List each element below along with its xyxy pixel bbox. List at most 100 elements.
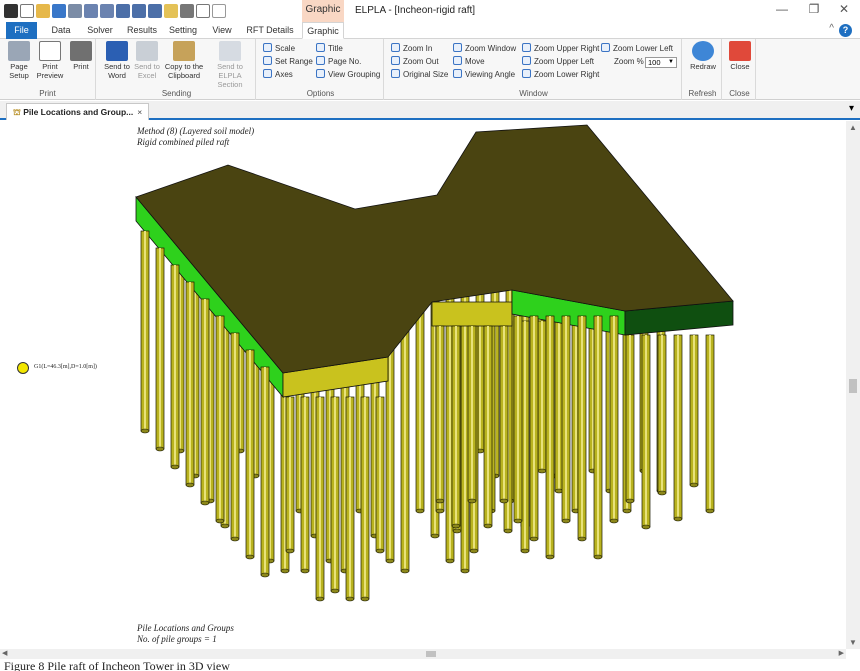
close-tab-icon[interactable]: × [137,107,142,117]
view-grouping-icon [316,69,325,78]
export-graphic-icon[interactable] [164,4,178,18]
tab-view[interactable]: View [208,22,236,39]
zoom-upper-right-button[interactable]: Zoom Upper Right [522,43,599,55]
send-to-word-button[interactable]: Send to Word [102,41,132,80]
page-no-button[interactable]: Page No. [316,56,361,68]
settings-icon[interactable] [116,4,130,18]
options-group: Scale Set Range Axes Title Page No. View… [258,39,384,100]
save-as-icon[interactable] [132,4,146,18]
set-range-label: Set Range [275,57,313,66]
undo-icon[interactable] [196,4,210,18]
original-size-icon [391,69,400,78]
zoom-in-label: Zoom In [403,44,433,53]
footer-line-1: Pile Locations and Groups [137,623,234,633]
scroll-right-icon[interactable]: ▶ [839,649,844,657]
scroll-left-icon[interactable]: ◀ [2,649,7,657]
raft-mid-yellow-face [431,301,513,327]
title-button[interactable]: Title [316,43,343,55]
copy-to-clipboard-button[interactable]: Copy to the Clipboard [162,41,206,80]
viewing-angle-button[interactable]: Viewing Angle [453,69,515,81]
collapse-ribbon-icon[interactable]: ^ [829,23,834,34]
pile [435,325,445,504]
window-group: Zoom In Zoom Out Original Size Zoom Wind… [386,39,682,100]
vertical-scrollbar[interactable]: ▲ ▼ [846,121,860,649]
pile [451,325,461,529]
open-folder-icon[interactable] [36,4,50,18]
tab-results[interactable]: Results [124,22,160,39]
send-to-excel-label: Send to Excel [134,62,160,80]
send-to-section-button[interactable]: Send to ELPLA Section [206,41,254,89]
tab-graphic[interactable]: Graphic [302,22,344,39]
scroll-up-icon[interactable]: ▲ [849,123,857,132]
horizontal-scrollbar[interactable]: ◀ ▶ [0,649,846,659]
original-size-button[interactable]: Original Size [391,69,448,81]
page-setup-icon [8,41,30,61]
view-grouping-button[interactable]: View Grouping [316,69,380,81]
tab-solver[interactable]: Solver [84,22,116,39]
pile [561,315,571,524]
zoom-percent-select[interactable]: 100 ▼ [645,57,677,68]
page-no-icon [316,56,325,65]
pile [315,396,325,602]
zoom-lower-left-button[interactable]: Zoom Lower Left [601,43,673,55]
pile [529,315,539,542]
axes-button[interactable]: Axes [263,69,293,81]
method-line-2: Rigid combined piled raft [137,137,230,147]
pile [185,281,195,488]
pile [577,315,587,542]
export-icon[interactable] [84,4,98,18]
scroll-down-icon[interactable]: ▼ [849,638,857,647]
pile [170,264,180,470]
tools-icon[interactable] [100,4,114,18]
pile [537,320,547,474]
zoom-upper-left-button[interactable]: Zoom Upper Left [522,56,594,68]
graphic-context-label: Graphic [302,0,344,22]
print-button[interactable]: Print [66,41,96,71]
import-icon[interactable] [68,4,82,18]
pile [513,315,523,524]
viewing-angle-icon [453,69,462,78]
page-setup-button[interactable]: Page Setup [4,41,34,80]
title-label: Title [328,44,343,53]
vertical-scroll-thumb[interactable] [849,379,857,393]
zoom-window-button[interactable]: Zoom Window [453,43,516,55]
refresh-group: Redraw Refresh [684,39,722,100]
move-button[interactable]: Move [453,56,485,68]
pile [641,334,651,530]
move-icon [453,56,462,65]
help-icon[interactable]: ? [839,24,852,37]
tab-data[interactable]: Data [46,22,76,39]
pile [245,349,255,560]
tab-list-dropdown-icon[interactable]: ▾ [849,103,854,114]
zoom-out-button[interactable]: Zoom Out [391,56,439,68]
send-to-excel-button[interactable]: Send to Excel [132,41,162,80]
window-group-label: Window [519,89,548,98]
print-preview-label: Print Preview [36,62,64,80]
close-button[interactable]: Close [725,41,755,71]
tab-setting[interactable]: Setting [166,22,200,39]
grid-icon[interactable] [148,4,162,18]
minimize-button[interactable]: — [770,2,794,16]
new-file-icon[interactable] [20,4,34,18]
set-range-button[interactable]: Set Range [263,56,313,68]
print-preview-button[interactable]: Print Preview [35,41,65,80]
title-bar: Graphic ELPLA - [Incheon-rigid raft] — ❐… [0,0,860,22]
restore-button[interactable]: ❐ [802,2,826,16]
clipboard-icon [173,41,195,61]
horizontal-scroll-thumb[interactable] [426,651,436,657]
print-group: Page Setup Print Preview Print Print [0,39,96,100]
section-icon [219,41,241,61]
document-tab[interactable]: ⛫ Pile Locations and Group... × [6,103,150,120]
tab-file[interactable]: File [6,22,37,39]
print-icon[interactable] [180,4,194,18]
graphic-canvas[interactable]: Method (8) (Layered soil model) Rigid co… [0,121,846,649]
tab-rft-details[interactable]: RFT Details [244,22,296,39]
redraw-button[interactable]: Redraw [688,41,718,71]
zoom-lower-right-button[interactable]: Zoom Lower Right [522,69,599,81]
save-icon[interactable] [52,4,66,18]
close-window-button[interactable]: ✕ [832,2,856,16]
scale-button[interactable]: Scale [263,43,295,55]
title-icon [316,43,325,52]
redo-icon[interactable] [212,4,226,18]
zoom-in-button[interactable]: Zoom In [391,43,432,55]
